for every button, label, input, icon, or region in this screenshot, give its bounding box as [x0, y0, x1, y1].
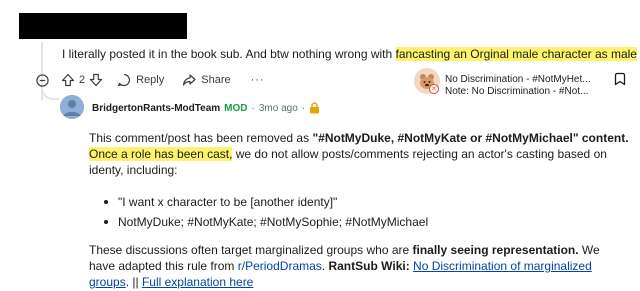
- list-item: NotMyDuke; #NotMyKate; #NotMySophie; #No…: [104, 214, 428, 230]
- p1-bold-hashtags: "#NotMyDuke, #NotMyKate or #NotMyMichael…: [312, 131, 629, 145]
- subreddit-link[interactable]: r/PeriodDramas: [238, 259, 322, 273]
- mod-avatar-icon: [60, 95, 84, 119]
- vote-count: 2: [79, 74, 86, 86]
- meta-separator: ·: [251, 102, 255, 114]
- p1-text-a: This comment/post has been removed as: [89, 131, 313, 145]
- mod-badge: MOD: [224, 102, 248, 114]
- comment-action-bar: 2 Reply Share ···: [36, 70, 265, 90]
- more-options-icon[interactable]: ···: [251, 74, 265, 86]
- rule-examples-list: "I want x character to be [another ident…: [104, 194, 428, 234]
- p1-highlight: Once a role has been cast,: [89, 147, 233, 161]
- list-item: "I want x character to be [another ident…: [104, 194, 428, 210]
- p2-bold-representation: finally seeing representation.: [412, 243, 579, 257]
- collapse-thread-icon[interactable]: [36, 73, 49, 87]
- mod-comment-paragraph-1: This comment/post has been removed as "#…: [89, 130, 629, 178]
- comment-timestamp[interactable]: 3mo ago: [259, 103, 298, 114]
- parent-comment-text-start: I literally posted it in the book sub. A…: [62, 47, 396, 61]
- reply-label: Reply: [136, 74, 165, 86]
- reply-button[interactable]: Reply: [117, 73, 164, 87]
- share-icon: [182, 73, 196, 87]
- p2-text-a: These discussions often target marginali…: [89, 243, 413, 257]
- user-flair-text: No Discrimination - #NotMyHet... Note: N…: [445, 74, 591, 98]
- mod-avatar[interactable]: [60, 95, 84, 119]
- mod-comment-header: BridgertonRants-ModTeam MOD · 3mo ago ·: [92, 102, 320, 114]
- redacted-username: [19, 13, 187, 39]
- p2-text-e: . ||: [125, 275, 142, 289]
- p2-wiki-label: RantSub Wiki:: [328, 259, 410, 273]
- share-label: Share: [201, 74, 231, 86]
- reply-icon: [117, 73, 131, 87]
- full-explanation-link[interactable]: Full explanation here: [142, 275, 253, 289]
- upvote-icon[interactable]: [61, 73, 75, 87]
- meta-separator-2: ·: [301, 102, 306, 114]
- user-flair-line-1: No Discrimination - #NotMyHet...: [445, 74, 591, 85]
- save-bookmark-icon[interactable]: [613, 72, 627, 86]
- flair-status-badge: ×: [429, 84, 439, 94]
- share-button[interactable]: Share: [182, 73, 231, 87]
- mod-comment-paragraph-2: These discussions often target marginali…: [89, 242, 629, 290]
- parent-comment-text: I literally posted it in the book sub. A…: [62, 47, 637, 61]
- downvote-icon[interactable]: [89, 73, 103, 87]
- user-flair-line-2: Note: No Discrimination - #Not...: [445, 86, 589, 97]
- lock-icon: [309, 102, 320, 114]
- parent-comment-highlight: fancasting an Orginal male character as …: [395, 47, 637, 61]
- mod-author-name[interactable]: BridgertonRants-ModTeam: [92, 103, 220, 114]
